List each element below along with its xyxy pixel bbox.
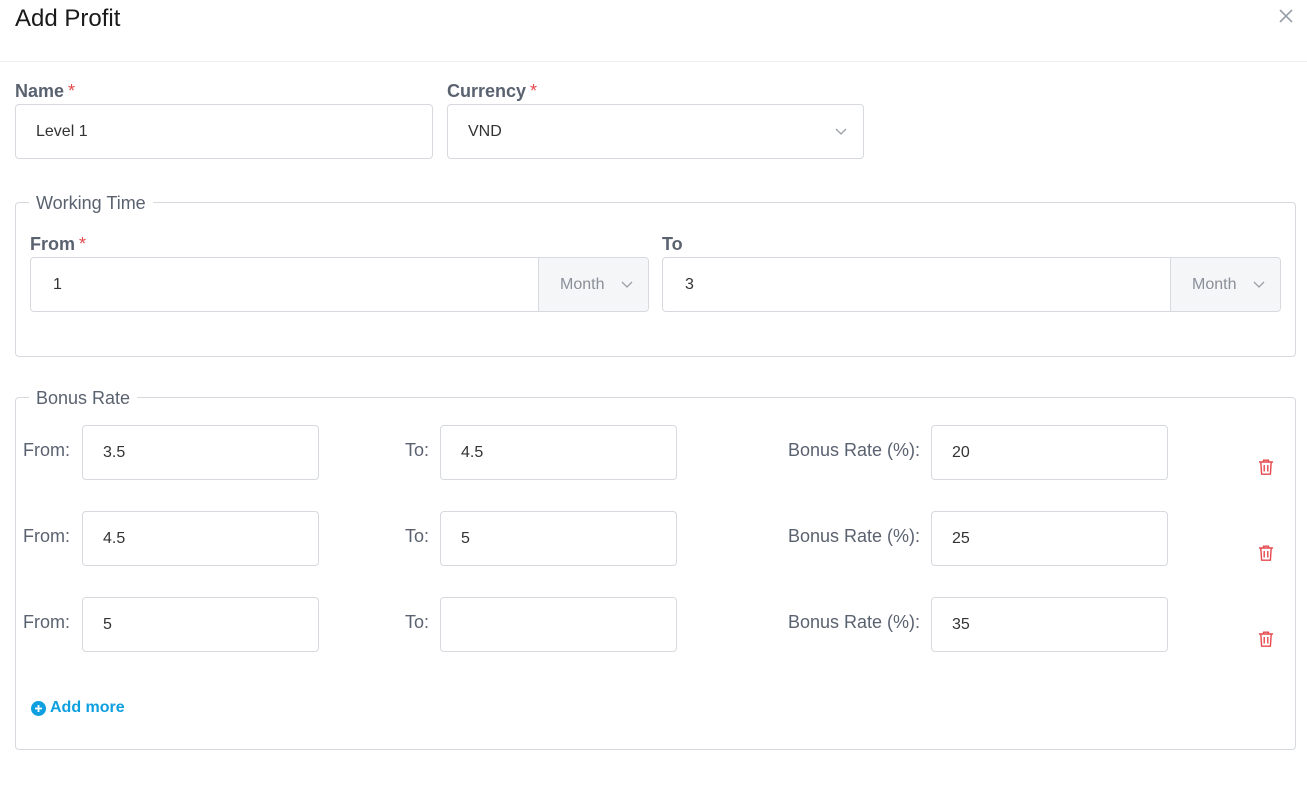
bonus-to-input[interactable]: 5 bbox=[440, 511, 677, 566]
bonus-rate-input[interactable]: 20 bbox=[931, 425, 1168, 480]
bonus-from-value: 3.5 bbox=[103, 443, 126, 461]
chevron-down-icon bbox=[835, 128, 847, 135]
bonus-from-input[interactable]: 5 bbox=[82, 597, 319, 652]
bonus-rate-input[interactable]: 35 bbox=[931, 597, 1168, 652]
modal-title: Add Profit bbox=[15, 5, 121, 32]
bonus-rate-label: Bonus Rate (%): bbox=[788, 612, 921, 632]
bonus-rate-label: Bonus Rate (%): bbox=[788, 526, 921, 546]
working-time-from-unit: Month bbox=[560, 275, 605, 293]
name-label: Name * bbox=[15, 81, 76, 101]
bonus-from-input[interactable]: 4.5 bbox=[82, 511, 319, 566]
bonus-from-value: 5 bbox=[103, 615, 112, 633]
close-icon[interactable] bbox=[1276, 6, 1296, 26]
working-time-to-unit-select[interactable]: Month bbox=[1170, 258, 1280, 311]
bonus-to-value: 5 bbox=[461, 529, 470, 547]
working-time-from-unit-select[interactable]: Month bbox=[538, 258, 648, 311]
bonus-to-input[interactable]: 4.5 bbox=[440, 425, 677, 480]
bonus-to-input[interactable] bbox=[440, 597, 677, 652]
bonus-rate-input[interactable]: 25 bbox=[931, 511, 1168, 566]
bonus-rate-value: 35 bbox=[952, 615, 970, 633]
bonus-rate-label: Bonus Rate (%): bbox=[788, 440, 921, 460]
name-input-value: Level 1 bbox=[36, 122, 88, 140]
trash-icon[interactable] bbox=[1257, 544, 1275, 562]
name-input[interactable]: Level 1 bbox=[15, 104, 433, 159]
modal-header: Add Profit bbox=[0, 0, 1307, 62]
working-time-from-value: 1 bbox=[53, 275, 62, 293]
add-more-label: Add more bbox=[50, 699, 125, 716]
bonus-to-label: To: bbox=[405, 440, 430, 460]
bonus-from-label: From: bbox=[23, 612, 70, 632]
required-mark: * bbox=[530, 81, 538, 101]
trash-icon[interactable] bbox=[1257, 458, 1275, 476]
currency-select[interactable]: VND bbox=[447, 104, 864, 159]
bonus-rate-value: 20 bbox=[952, 443, 970, 461]
working-time-legend: Working Time bbox=[29, 193, 153, 213]
working-time-to-input[interactable]: 3 Month bbox=[662, 257, 1281, 312]
bonus-to-value: 4.5 bbox=[461, 443, 484, 461]
bonus-from-label: From: bbox=[23, 440, 70, 460]
required-mark: * bbox=[79, 234, 87, 254]
bonus-from-input[interactable]: 3.5 bbox=[82, 425, 319, 480]
required-mark: * bbox=[68, 81, 76, 101]
working-time-from-label: From * bbox=[30, 234, 87, 254]
bonus-from-value: 4.5 bbox=[103, 529, 126, 547]
chevron-down-icon bbox=[621, 281, 633, 288]
bonus-to-label: To: bbox=[405, 526, 430, 546]
trash-icon[interactable] bbox=[1257, 630, 1275, 648]
bonus-rate-value: 25 bbox=[952, 529, 970, 547]
currency-label: Currency * bbox=[447, 81, 538, 101]
currency-select-value: VND bbox=[468, 122, 502, 140]
working-time-to-value: 3 bbox=[685, 275, 694, 293]
add-more-button[interactable]: Add more bbox=[31, 699, 125, 717]
working-time-to-label: To bbox=[662, 234, 683, 254]
working-time-to-unit: Month bbox=[1192, 275, 1237, 293]
bonus-from-label: From: bbox=[23, 526, 70, 546]
bonus-rate-legend: Bonus Rate bbox=[29, 388, 138, 408]
plus-circle-icon bbox=[31, 700, 46, 716]
bonus-to-label: To: bbox=[405, 612, 430, 632]
chevron-down-icon bbox=[1253, 281, 1265, 288]
working-time-from-input[interactable]: 1 Month bbox=[30, 257, 649, 312]
